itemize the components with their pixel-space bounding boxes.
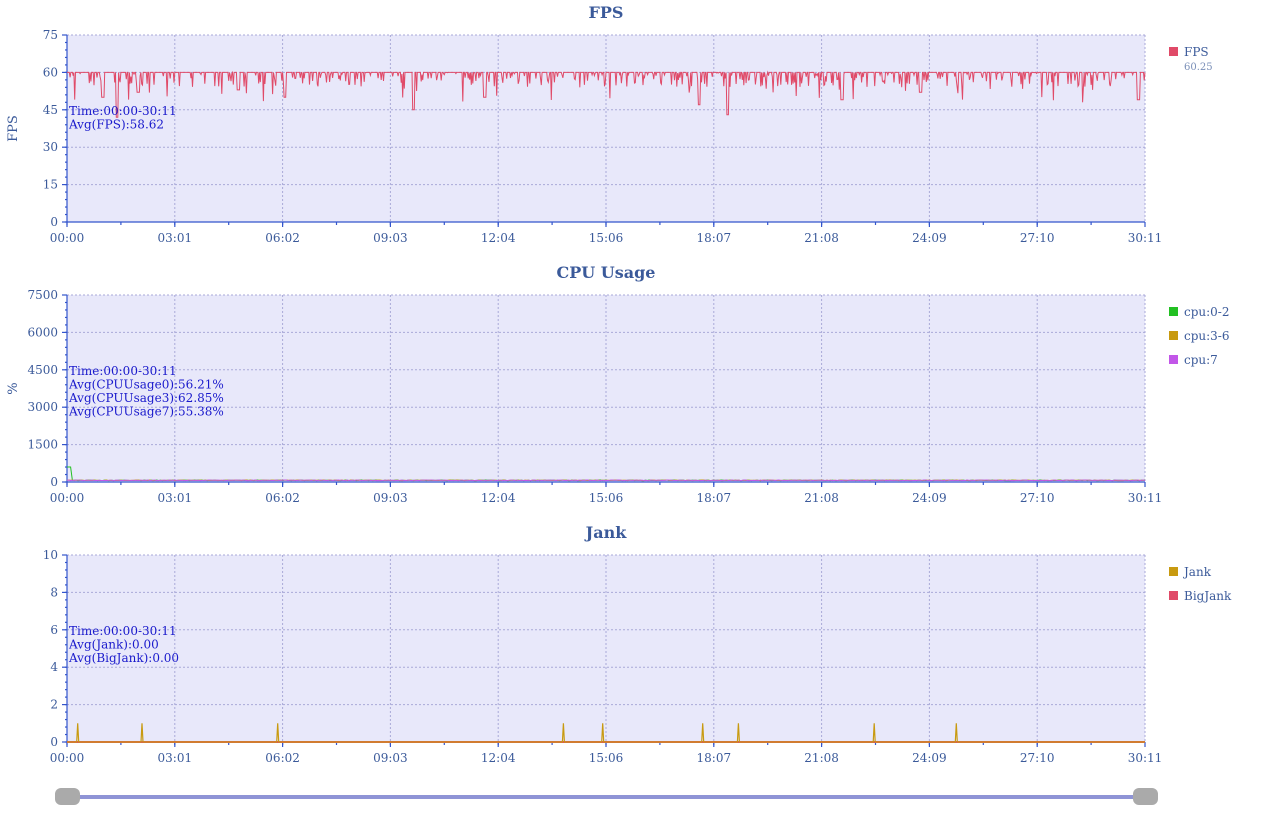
y-tick-label: 30 [43,140,58,154]
stats-annotation: Time:00:00-30:11 [69,104,177,118]
y-tick-label: 7500 [27,288,58,302]
y-tick-label: 1500 [27,438,58,452]
x-tick-label: 00:00 [50,491,85,505]
y-tick-label: 8 [50,585,58,599]
x-tick-label: 15:06 [589,751,624,765]
chart-title: CPU Usage [557,263,656,282]
legend-swatch[interactable] [1169,307,1178,316]
x-tick-label: 27:10 [1020,491,1055,505]
stats-annotation: Time:00:00-30:11 [69,624,177,638]
x-tick-label: 18:07 [697,491,732,505]
legend-swatch[interactable] [1169,47,1178,56]
x-tick-label: 27:10 [1020,751,1055,765]
x-tick-label: 09:03 [373,751,408,765]
x-tick-label: 24:09 [912,751,947,765]
x-tick-label: 12:04 [481,231,516,245]
legend-swatch[interactable] [1169,567,1178,576]
stats-annotation: Avg(CPUUsage0):56.21% [68,378,224,392]
y-tick-label: 6000 [27,325,58,339]
x-tick-label: 15:06 [589,491,624,505]
y-tick-label: 10 [43,548,58,562]
y-tick-label: 4 [50,660,58,674]
stats-annotation: Avg(BigJank):0.00 [68,651,179,665]
y-tick-label: 6 [50,623,58,637]
x-tick-label: 30:11 [1128,491,1163,505]
y-tick-label: 60 [43,65,58,79]
legend-swatch[interactable] [1169,355,1178,364]
x-tick-label: 15:06 [589,231,624,245]
stats-annotation: Avg(Jank):0.00 [68,638,159,652]
y-tick-label: 75 [43,28,58,42]
x-tick-label: 30:11 [1128,751,1163,765]
legend-label: BigJank [1184,589,1232,603]
chart-jank: Jank 0 2 4 6 8 10 00:00 03:01 06:02 09:03 12:04 15:0… [43,523,1232,765]
x-tick-label: 21:08 [804,751,839,765]
y-tick-label: 2 [50,698,58,712]
y-tick-label: 15 [43,178,58,192]
y-tick-label: 0 [50,215,58,229]
chart-title: FPS [589,3,624,22]
legend-swatch[interactable] [1169,591,1178,600]
x-tick-label: 12:04 [481,751,516,765]
stats-annotation: Avg(CPUUsage7):55.38% [68,405,224,419]
x-tick-label: 03:01 [158,231,193,245]
x-tick-label: 00:00 [50,231,85,245]
x-tick-label: 06:02 [265,751,300,765]
cpu7-series-line [66,479,1146,482]
y-tick-label: 0 [50,735,58,749]
y-axis-label: % [6,382,21,394]
legend-label: FPS [1184,45,1209,59]
stats-annotation: Avg(CPUUsage3):62.85% [68,391,224,405]
x-tick-label: 09:03 [373,231,408,245]
y-tick-label: 45 [43,103,58,117]
time-range-slider-start-handle[interactable] [55,788,80,805]
x-tick-label: 00:00 [50,751,85,765]
x-tick-label: 03:01 [158,491,193,505]
chart-cpu: CPU Usage 0 1500 3000 4500 6000 7500 00:00 03:01… [6,263,1230,505]
x-tick-label: 24:09 [912,231,947,245]
time-range-slider-track[interactable] [66,795,1146,799]
legend-label: cpu:0-2 [1184,305,1230,319]
chart-title: Jank [584,523,628,542]
legend-label: cpu:3-6 [1184,329,1230,343]
y-axis-label: FPS [6,115,21,142]
x-tick-label: 30:11 [1128,231,1163,245]
chart-fps: FPS 0 15 30 45 60 75 00:00 03:01 06:02 09:03 12:04 1… [6,3,1213,245]
x-tick-label: 06:02 [265,491,300,505]
x-tick-label: 21:08 [804,491,839,505]
legend-swatch[interactable] [1169,331,1178,340]
legend-value: 60.25 [1184,62,1213,73]
x-tick-label: 06:02 [265,231,300,245]
x-tick-label: 18:07 [697,751,732,765]
x-tick-label: 21:08 [804,231,839,245]
x-tick-label: 12:04 [481,491,516,505]
x-tick-label: 27:10 [1020,231,1055,245]
x-tick-label: 03:01 [158,751,193,765]
y-tick-label: 0 [50,475,58,489]
y-tick-label: 4500 [27,363,58,377]
legend-label: cpu:7 [1184,353,1218,367]
legend-label: Jank [1182,565,1212,579]
x-tick-label: 18:07 [697,231,732,245]
time-range-slider-end-handle[interactable] [1133,788,1158,805]
stats-annotation: Time:00:00-30:11 [69,364,177,378]
x-tick-label: 09:03 [373,491,408,505]
performance-charts: FPS0153045607500:00 03:01 06:02 09:03 12:04 1… [6,3,1232,765]
stats-annotation: Avg(FPS):58.62 [68,118,164,132]
y-tick-label: 3000 [27,400,58,414]
x-tick-label: 24:09 [912,491,947,505]
